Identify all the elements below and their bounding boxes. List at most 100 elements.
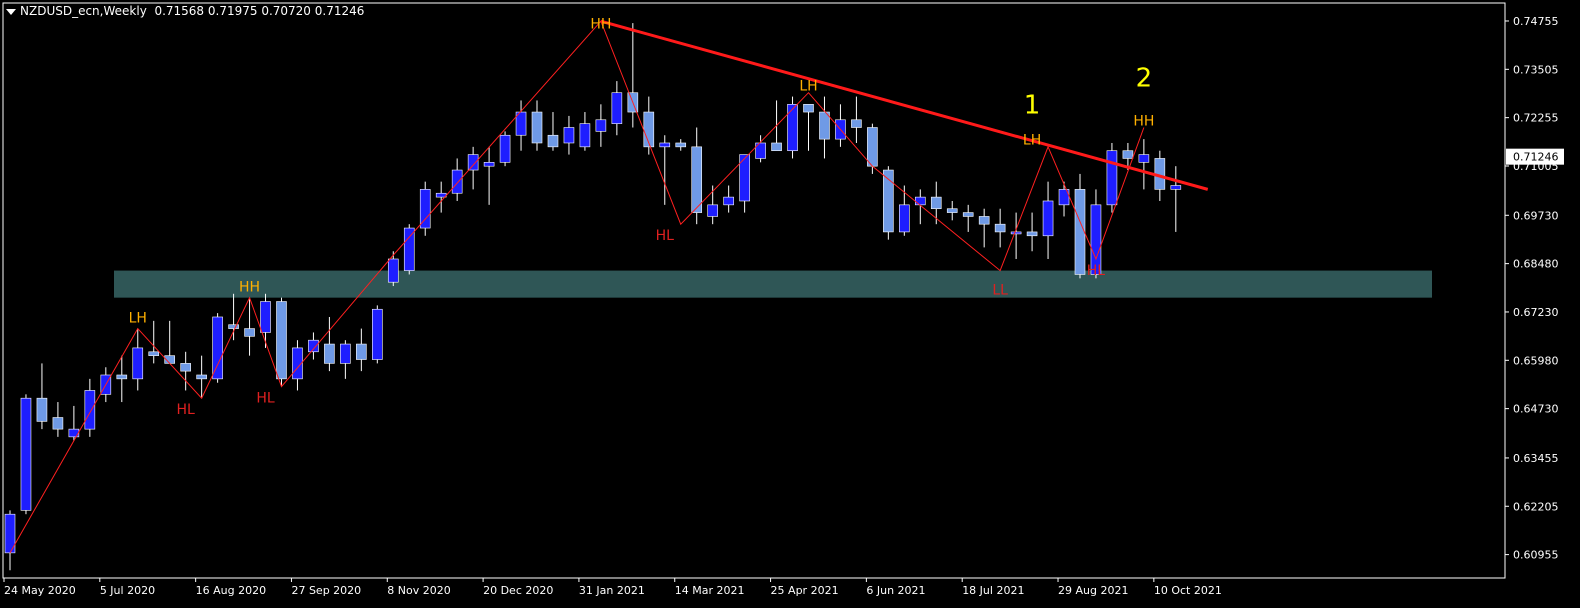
candle-body[interactable] <box>1106 150 1118 206</box>
candle-body[interactable] <box>260 301 271 333</box>
candle-body[interactable] <box>1170 185 1182 190</box>
x-tick-label: 25 Apr 2021 <box>771 584 839 597</box>
current-price-label: 0.71246 <box>1513 151 1559 164</box>
swing-label: LH <box>799 79 817 95</box>
candle-body[interactable] <box>994 223 1006 233</box>
candle-body[interactable] <box>52 417 64 430</box>
candle-body[interactable] <box>387 258 399 283</box>
candle-body[interactable] <box>132 347 144 380</box>
swing-label: HH <box>590 17 611 33</box>
swing-label: HL <box>1087 263 1106 279</box>
x-tick-label: 18 Jul 2021 <box>962 584 1024 597</box>
candle-body[interactable] <box>787 104 798 152</box>
candle-body[interactable] <box>1010 231 1022 235</box>
swing-label: HL <box>177 402 196 418</box>
candle-body[interactable] <box>675 142 687 148</box>
chart-header: NZDUSD_ecn,Weekly 0.71568 0.71975 0.7072… <box>6 4 364 18</box>
candle-body[interactable] <box>851 119 862 128</box>
x-tick-label: 6 Jun 2021 <box>866 584 925 597</box>
candle-body[interactable] <box>531 111 543 144</box>
candle-body[interactable] <box>499 134 511 163</box>
x-tick-label: 10 Oct 2021 <box>1154 584 1222 597</box>
ohlc-values: 0.71568 0.71975 0.70720 0.71246 <box>154 4 365 18</box>
candle-body[interactable] <box>276 301 287 380</box>
swing-label: LH <box>129 311 147 327</box>
count-label: 1 <box>1024 91 1041 121</box>
y-tick-label: 0.69730 <box>1513 209 1559 222</box>
swing-label: HL <box>256 391 275 407</box>
x-tick-label: 5 Jul 2020 <box>100 584 155 597</box>
candle-body[interactable] <box>611 92 623 124</box>
candle-body[interactable] <box>563 127 575 144</box>
swing-label: HH <box>239 280 260 296</box>
candle-body[interactable] <box>1138 154 1150 163</box>
candle-body[interactable] <box>547 134 559 148</box>
candle-body[interactable] <box>579 123 591 148</box>
candle-body[interactable] <box>68 428 80 438</box>
y-tick-label: 0.64730 <box>1513 403 1559 416</box>
candle-body[interactable] <box>930 196 942 210</box>
y-tick-label: 0.65980 <box>1513 354 1559 367</box>
price-chart[interactable]: 0.747550.735050.722550.710050.697300.684… <box>0 0 1580 608</box>
candle-body[interactable] <box>946 208 958 213</box>
candle-body[interactable] <box>244 328 255 337</box>
candle-body[interactable] <box>467 154 479 171</box>
x-tick-label: 27 Sep 2020 <box>291 584 361 597</box>
candle-body[interactable] <box>867 127 878 167</box>
candle-body[interactable] <box>340 343 351 364</box>
y-tick-label: 0.74755 <box>1513 15 1559 28</box>
candle-body[interactable] <box>84 390 96 430</box>
candle-body[interactable] <box>324 343 335 364</box>
candle-body[interactable] <box>1026 231 1038 237</box>
y-tick-label: 0.60955 <box>1513 549 1559 562</box>
candle-body[interactable] <box>228 324 239 329</box>
y-tick-label: 0.63455 <box>1513 452 1559 465</box>
candle-body[interactable] <box>707 204 718 217</box>
candle-body[interactable] <box>36 397 48 422</box>
x-tick-label: 8 Nov 2020 <box>387 584 450 597</box>
candle-body[interactable] <box>691 146 703 213</box>
x-tick-label: 16 Aug 2020 <box>196 584 266 597</box>
y-tick-label: 0.62205 <box>1513 500 1559 513</box>
candle-body[interactable] <box>659 142 671 148</box>
candle-body[interactable] <box>803 104 814 113</box>
candle-body[interactable] <box>148 351 160 356</box>
candle-body[interactable] <box>483 162 495 167</box>
candle-body[interactable] <box>403 227 415 271</box>
symbol-label: NZDUSD_ecn,Weekly <box>20 4 147 18</box>
support-zone <box>114 270 1432 298</box>
x-tick-label: 31 Jan 2021 <box>579 584 645 597</box>
swing-label: LH <box>1023 133 1041 149</box>
count-label: 2 <box>1136 64 1153 94</box>
candle-body[interactable] <box>962 212 974 217</box>
dropdown-triangle-icon[interactable] <box>6 8 16 15</box>
candle-body[interactable] <box>978 216 990 225</box>
candle-body[interactable] <box>1042 200 1054 237</box>
candle-body[interactable] <box>116 374 128 380</box>
candle-body[interactable] <box>180 363 191 372</box>
candle-body[interactable] <box>914 196 926 206</box>
chart-root: 0.74755 0.73505 0.72255 0.71005 0.69730 0.684… <box>0 0 1580 608</box>
candle-body[interactable] <box>1074 189 1086 275</box>
candle-body[interactable] <box>196 374 207 380</box>
candle-body[interactable] <box>212 316 223 380</box>
candle-body[interactable] <box>372 308 383 360</box>
y-tick-label: 0.73505 <box>1513 63 1559 76</box>
candle-body[interactable] <box>20 397 32 511</box>
candle-body[interactable] <box>1122 150 1134 159</box>
candle-body[interactable] <box>819 111 830 140</box>
candle-body[interactable] <box>451 169 463 194</box>
candle-body[interactable] <box>356 343 367 360</box>
x-tick-label: 20 Dec 2020 <box>483 584 553 597</box>
y-tick-label: 0.72255 <box>1513 112 1559 125</box>
x-tick-label: 14 Mar 2021 <box>675 584 745 597</box>
x-tick-label: 29 Aug 2021 <box>1058 584 1128 597</box>
swing-label: HL <box>656 228 675 244</box>
x-tick-label: 24 May 2020 <box>4 584 76 597</box>
candle-body[interactable] <box>308 339 319 353</box>
candle-body[interactable] <box>595 119 607 132</box>
candle-body[interactable] <box>899 204 910 233</box>
candle-body[interactable] <box>771 142 782 152</box>
candle-body[interactable] <box>723 196 734 206</box>
candle-body[interactable] <box>419 189 431 229</box>
